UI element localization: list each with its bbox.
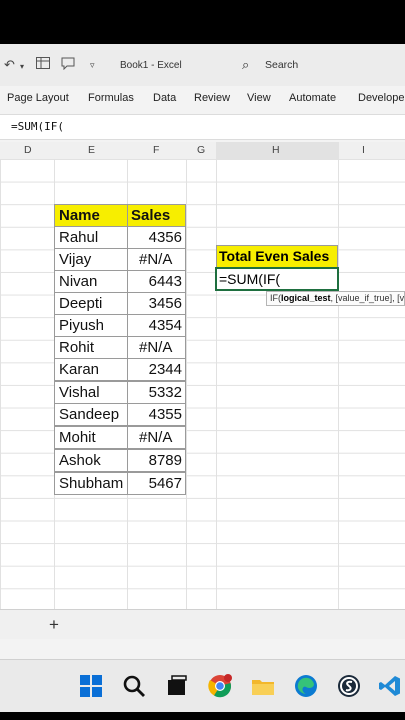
- gridline: [186, 159, 187, 609]
- ribbon-tabs: Page Layout Formulas Data Review View Au…: [0, 86, 405, 112]
- tab-view[interactable]: View: [247, 92, 271, 104]
- title-bar: ↶ ▾ ▿ Book1 - Excel ⌕ Search: [0, 44, 405, 86]
- sales-cell[interactable]: #N/A: [127, 426, 186, 449]
- column-header-g[interactable]: G: [197, 144, 205, 156]
- document-title: Book1 - Excel: [120, 60, 182, 71]
- windows-start-icon[interactable]: [79, 674, 103, 698]
- name-cell[interactable]: Vishal: [54, 381, 128, 404]
- name-cell[interactable]: Shubham: [54, 472, 128, 495]
- vscode-icon[interactable]: [378, 674, 402, 698]
- sales-cell[interactable]: 8789: [127, 449, 186, 472]
- name-cell[interactable]: Rohit: [54, 336, 128, 359]
- windows-taskbar: [0, 659, 405, 712]
- excel-window: ↶ ▾ ▿ Book1 - Excel ⌕ Search Page Layout…: [0, 44, 405, 712]
- autofit-icon[interactable]: [36, 57, 50, 72]
- column-header-d[interactable]: D: [24, 144, 32, 156]
- sales-cell[interactable]: 5467: [127, 472, 186, 495]
- search-icon[interactable]: ⌕: [242, 57, 249, 73]
- name-cell[interactable]: Deepti: [54, 292, 128, 315]
- comment-icon[interactable]: [61, 57, 75, 73]
- header-cell-sales[interactable]: Sales: [127, 204, 186, 227]
- chrome-icon[interactable]: [208, 674, 232, 698]
- sales-cell[interactable]: 6443: [127, 270, 186, 293]
- sales-cell[interactable]: 5332: [127, 381, 186, 404]
- name-cell[interactable]: Piyush: [54, 314, 128, 337]
- tab-automate[interactable]: Automate: [289, 92, 336, 104]
- status-bar: [0, 639, 405, 659]
- column-header-i[interactable]: I: [362, 144, 365, 156]
- active-formula-cell[interactable]: =SUM(IF(: [215, 267, 339, 291]
- undo-icon[interactable]: ↶: [4, 57, 15, 73]
- name-cell[interactable]: Mohit: [54, 426, 128, 449]
- tab-formulas[interactable]: Formulas: [88, 92, 134, 104]
- sales-cell[interactable]: 4355: [127, 403, 186, 426]
- name-cell[interactable]: Ashok: [54, 449, 128, 472]
- sales-cell[interactable]: 4356: [127, 226, 186, 249]
- tab-review[interactable]: Review: [194, 92, 230, 104]
- taskbar-search-icon[interactable]: [122, 674, 146, 698]
- tab-data[interactable]: Data: [153, 92, 176, 104]
- total-even-sales-label[interactable]: Total Even Sales: [216, 245, 338, 268]
- tab-developer[interactable]: Develope: [358, 92, 404, 104]
- sales-cell[interactable]: #N/A: [127, 336, 186, 359]
- name-cell[interactable]: Vijay: [54, 248, 128, 271]
- app-s-icon[interactable]: [337, 674, 361, 698]
- name-cell[interactable]: Karan: [54, 358, 128, 381]
- name-cell[interactable]: Sandeep: [54, 403, 128, 426]
- sales-cell[interactable]: 2344: [127, 358, 186, 381]
- function-argument-tooltip: IF(logical_test, [value_if_true], [value…: [266, 291, 405, 306]
- column-header-f[interactable]: F: [153, 144, 159, 156]
- edge-icon[interactable]: [294, 674, 318, 698]
- column-header-h[interactable]: H: [272, 144, 280, 156]
- tooltip-prefix: IF(: [270, 293, 281, 303]
- sales-cell[interactable]: 4354: [127, 314, 186, 337]
- sheet-tab-bar: +: [0, 609, 405, 640]
- column-headers: D E F G H I: [0, 142, 405, 160]
- header-cell-name[interactable]: Name: [54, 204, 128, 227]
- task-view-icon[interactable]: [165, 674, 189, 698]
- undo-dropdown-icon[interactable]: ▾: [20, 62, 24, 71]
- tooltip-rest: , [value_if_true], [value_if_false]): [330, 293, 405, 303]
- column-header-e[interactable]: E: [88, 144, 95, 156]
- tooltip-current-argument[interactable]: logical_test: [281, 293, 331, 303]
- customize-toolbar-icon[interactable]: ▿: [90, 60, 95, 71]
- gridline: [338, 159, 339, 609]
- formula-bar[interactable]: =SUM(IF(: [0, 114, 405, 140]
- sales-cell[interactable]: 3456: [127, 292, 186, 315]
- tab-page-layout[interactable]: Page Layout: [7, 92, 69, 104]
- gridline: [216, 159, 217, 609]
- sales-cell[interactable]: #N/A: [127, 248, 186, 271]
- file-explorer-icon[interactable]: [251, 674, 275, 698]
- name-cell[interactable]: Rahul: [54, 226, 128, 249]
- formula-bar-text[interactable]: =SUM(IF(: [11, 120, 64, 133]
- search-box[interactable]: Search: [265, 59, 298, 71]
- name-cell[interactable]: Nivan: [54, 270, 128, 293]
- add-sheet-button[interactable]: +: [49, 615, 59, 635]
